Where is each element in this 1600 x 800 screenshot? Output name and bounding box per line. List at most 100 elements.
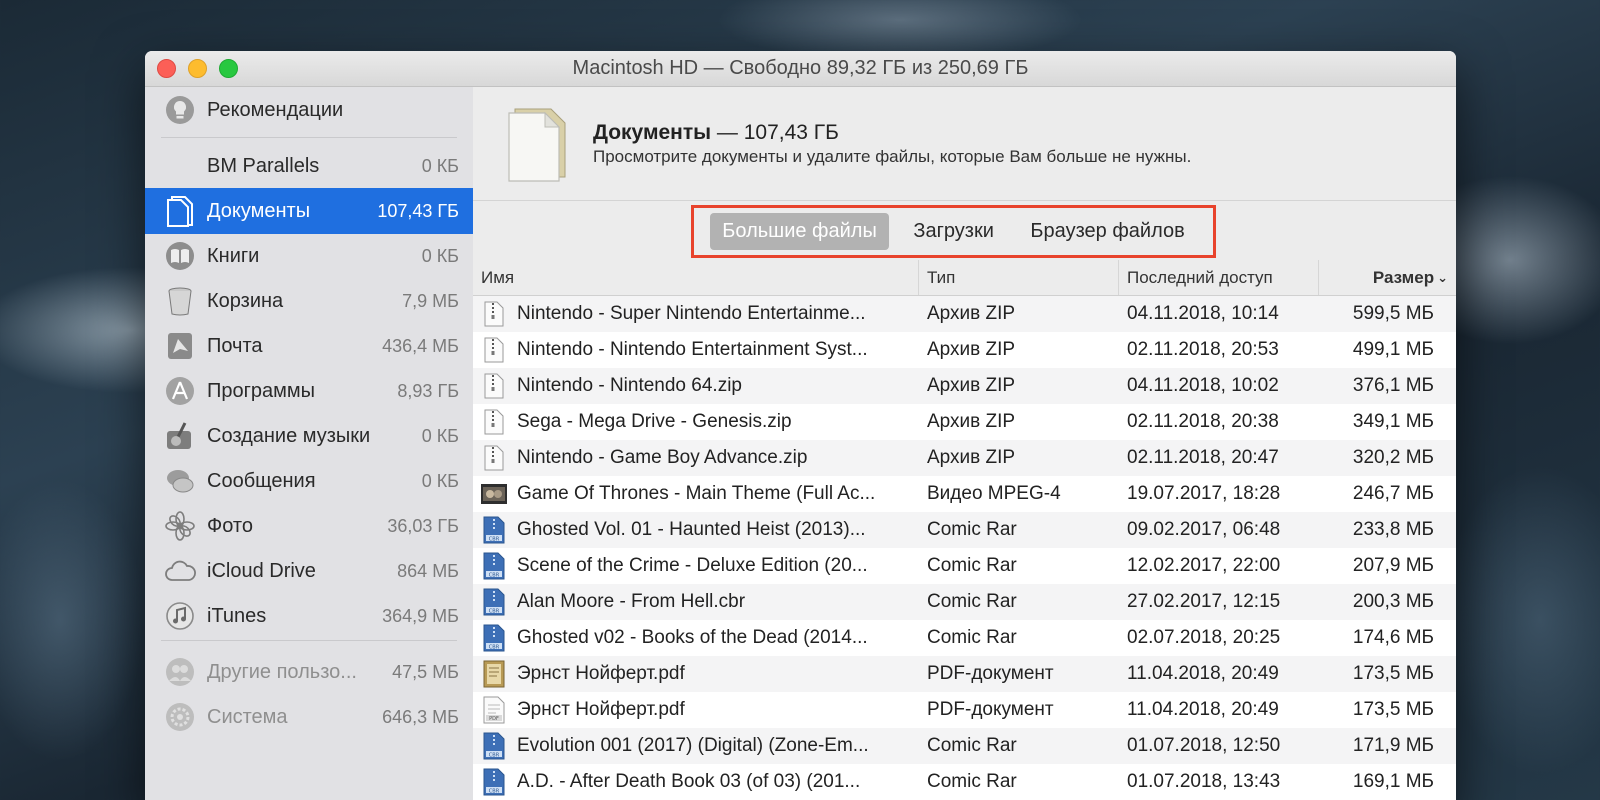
cell-name: Sega - Mega Drive - Genesis.zip bbox=[473, 408, 919, 436]
sidebar-item-система[interactable]: Система 646,3 МБ bbox=[145, 694, 473, 740]
table-row[interactable]: CBR Evolution 001 (2017) (Digital) (Zone-… bbox=[473, 728, 1456, 764]
cell-name: Nintendo - Nintendo 64.zip bbox=[473, 372, 919, 400]
cell-size: 171,9 МБ bbox=[1352, 735, 1434, 756]
table-row[interactable]: Nintendo - Super Nintendo Entertainme...… bbox=[473, 296, 1456, 332]
table-row[interactable]: CBR Scene of the Crime - Deluxe Edition (… bbox=[473, 548, 1456, 584]
cbr-file-icon: CBR bbox=[481, 588, 507, 616]
table-row[interactable]: Nintendo - Game Boy Advance.zip Архив ZIP… bbox=[473, 440, 1456, 476]
tab-downloads[interactable]: Загрузки bbox=[901, 213, 1006, 250]
book-file-icon bbox=[481, 660, 507, 688]
tab-large-files[interactable]: Большие файлы bbox=[710, 213, 889, 250]
cell-size: 207,9 МБ bbox=[1352, 555, 1434, 576]
cell-last-access: 01.07.2018, 13:43 bbox=[1127, 771, 1281, 792]
column-header-size[interactable]: Размер ⌄ bbox=[1319, 260, 1456, 295]
table-header: Имя Тип Последний доступ Размер ⌄ bbox=[473, 260, 1456, 296]
sidebar-item-itunes[interactable]: iTunes 364,9 МБ bbox=[145, 593, 473, 639]
cell-name: CBR Alan Moore - From Hell.cbr bbox=[473, 588, 919, 616]
sidebar-item-label: Книги bbox=[207, 244, 260, 267]
sidebar-item-программы[interactable]: Программы 8,93 ГБ bbox=[145, 368, 473, 414]
cell-name: Эрнст Нойферт.pdf bbox=[473, 660, 919, 688]
sidebar-item-label: Корзина bbox=[207, 289, 284, 312]
table-row[interactable]: CBR Alan Moore - From Hell.cbr Comic Rar 27… bbox=[473, 584, 1456, 620]
cell-size: 174,6 МБ bbox=[1352, 627, 1434, 648]
file-name: Nintendo - Super Nintendo Entertainme... bbox=[517, 303, 866, 324]
table-row[interactable]: CBR Ghosted Vol. 01 - Haunted Heist (2013… bbox=[473, 512, 1456, 548]
sidebar-item-bm-parallels[interactable]: BM Parallels 0 КБ bbox=[145, 143, 473, 189]
cell-last-access: 02.11.2018, 20:38 bbox=[1127, 411, 1279, 432]
cell-last-access: 02.11.2018, 20:53 bbox=[1127, 339, 1279, 360]
sidebar-item-recommendations[interactable]: Рекомендации bbox=[145, 87, 473, 133]
sidebar-item-документы[interactable]: Документы 107,43 ГБ bbox=[145, 188, 473, 234]
close-button[interactable] bbox=[157, 59, 176, 78]
sidebar-item-size: 107,43 ГБ bbox=[377, 200, 459, 221]
file-name: Scene of the Crime - Deluxe Edition (20.… bbox=[517, 555, 868, 576]
sidebar-item-size: 646,3 МБ bbox=[382, 706, 459, 727]
cell-size: 599,5 МБ bbox=[1352, 303, 1434, 324]
cell-size: 246,7 МБ bbox=[1352, 483, 1434, 504]
sidebar-item-почта[interactable]: Почта 436,4 МБ bbox=[145, 323, 473, 369]
column-header-size-label: Размер bbox=[1372, 267, 1435, 287]
sidebar-item-size: 0 КБ bbox=[421, 155, 459, 176]
file-name: Эрнст Нойферт.pdf bbox=[517, 699, 685, 720]
column-header-last-access[interactable]: Последний доступ bbox=[1119, 260, 1319, 295]
svg-text:CBR: CBR bbox=[489, 536, 500, 542]
sidebar-item-label: BM Parallels bbox=[207, 154, 320, 177]
cell-size: 173,5 МБ bbox=[1352, 699, 1434, 720]
sidebar-item-label: Рекомендации bbox=[207, 98, 344, 121]
sidebar-item-книги[interactable]: Книги 0 КБ bbox=[145, 233, 473, 279]
cbr-file-icon: CBR bbox=[481, 552, 507, 580]
cell-type: Comic Rar bbox=[927, 771, 1017, 792]
cell-size: 349,1 МБ bbox=[1352, 411, 1434, 432]
svg-text:CBR: CBR bbox=[489, 788, 500, 794]
sidebar-item-корзина[interactable]: Корзина 7,9 МБ bbox=[145, 278, 473, 324]
file-name: Ghosted Vol. 01 - Haunted Heist (2013)..… bbox=[517, 519, 866, 540]
sidebar-item-label: iTunes bbox=[207, 604, 267, 627]
table-row[interactable]: Nintendo - Nintendo Entertainment Syst..… bbox=[473, 332, 1456, 368]
cell-name: CBR Evolution 001 (2017) (Digital) (Zone-… bbox=[473, 732, 919, 760]
blank-icon bbox=[163, 149, 197, 183]
sidebar-item-другие-пользо[interactable]: Другие пользо... 47,5 МБ bbox=[145, 649, 473, 695]
cell-type: Архив ZIP bbox=[927, 303, 1016, 324]
cell-type: PDF-документ bbox=[927, 663, 1054, 684]
main-panel: Документы — 107,43 ГБ Просмотрите докуме… bbox=[473, 87, 1456, 800]
table-row[interactable]: Sega - Mega Drive - Genesis.zip Архив ZIP… bbox=[473, 404, 1456, 440]
cell-last-access: 27.02.2017, 12:15 bbox=[1127, 591, 1281, 612]
cbr-file-icon: CBR bbox=[481, 624, 507, 652]
file-name: Alan Moore - From Hell.cbr bbox=[517, 591, 746, 612]
file-name: A.D. - After Death Book 03 (of 03) (201.… bbox=[517, 771, 861, 792]
cell-last-access: 04.11.2018, 10:14 bbox=[1127, 303, 1279, 324]
table-row[interactable]: PDF Эрнст Нойферт.pdf PDF-документ 11.04.20… bbox=[473, 692, 1456, 728]
sidebar-item-size: 8,93 ГБ bbox=[397, 380, 459, 401]
cell-name: CBR A.D. - After Death Book 03 (of 03) (2… bbox=[473, 768, 919, 796]
sidebar-item-size: 0 КБ bbox=[421, 470, 459, 491]
sidebar-item-создание-музыки[interactable]: Создание музыки 0 КБ bbox=[145, 413, 473, 459]
sidebar-item-сообщения[interactable]: Сообщения 0 КБ bbox=[145, 458, 473, 504]
file-name: Nintendo - Nintendo Entertainment Syst..… bbox=[517, 339, 868, 360]
sidebar-item-size: 36,03 ГБ bbox=[387, 515, 459, 536]
cell-size: 200,3 МБ bbox=[1352, 591, 1434, 612]
sidebar-item-label: Программы bbox=[207, 379, 316, 402]
cell-size: 169,1 МБ bbox=[1352, 771, 1434, 792]
sidebar-item-icloud-drive[interactable]: iCloud Drive 864 МБ bbox=[145, 548, 473, 594]
file-name: Ghosted v02 - Books of the Dead (2014... bbox=[517, 627, 868, 648]
tab-file-browser[interactable]: Браузер файлов bbox=[1018, 213, 1196, 250]
minimize-button[interactable] bbox=[188, 59, 207, 78]
cloud-icon bbox=[163, 554, 197, 588]
file-name: Nintendo - Nintendo 64.zip bbox=[517, 375, 742, 396]
table-row[interactable]: CBR Ghosted v02 - Books of the Dead (2014… bbox=[473, 620, 1456, 656]
table-row[interactable]: Game Of Thrones - Main Theme (Full Ac...… bbox=[473, 476, 1456, 512]
column-header-type[interactable]: Тип bbox=[919, 260, 1119, 295]
category-size: — 107,43 ГБ bbox=[711, 121, 839, 144]
svg-text:CBR: CBR bbox=[489, 644, 500, 650]
document-icon bbox=[163, 194, 197, 228]
table-row[interactable]: Эрнст Нойферт.pdf PDF-документ 11.04.2018,… bbox=[473, 656, 1456, 692]
zoom-button[interactable] bbox=[219, 59, 238, 78]
sidebar-item-size: 436,4 МБ bbox=[382, 335, 459, 356]
music-icon bbox=[163, 599, 197, 633]
cell-type: Видео MPEG-4 bbox=[927, 483, 1061, 504]
column-header-name[interactable]: Имя bbox=[473, 260, 919, 295]
sidebar-divider bbox=[161, 640, 457, 641]
table-row[interactable]: CBR A.D. - After Death Book 03 (of 03) (2… bbox=[473, 764, 1456, 800]
table-row[interactable]: Nintendo - Nintendo 64.zip Архив ZIP 04.11… bbox=[473, 368, 1456, 404]
sidebar-item-фото[interactable]: Фото 36,03 ГБ bbox=[145, 503, 473, 549]
